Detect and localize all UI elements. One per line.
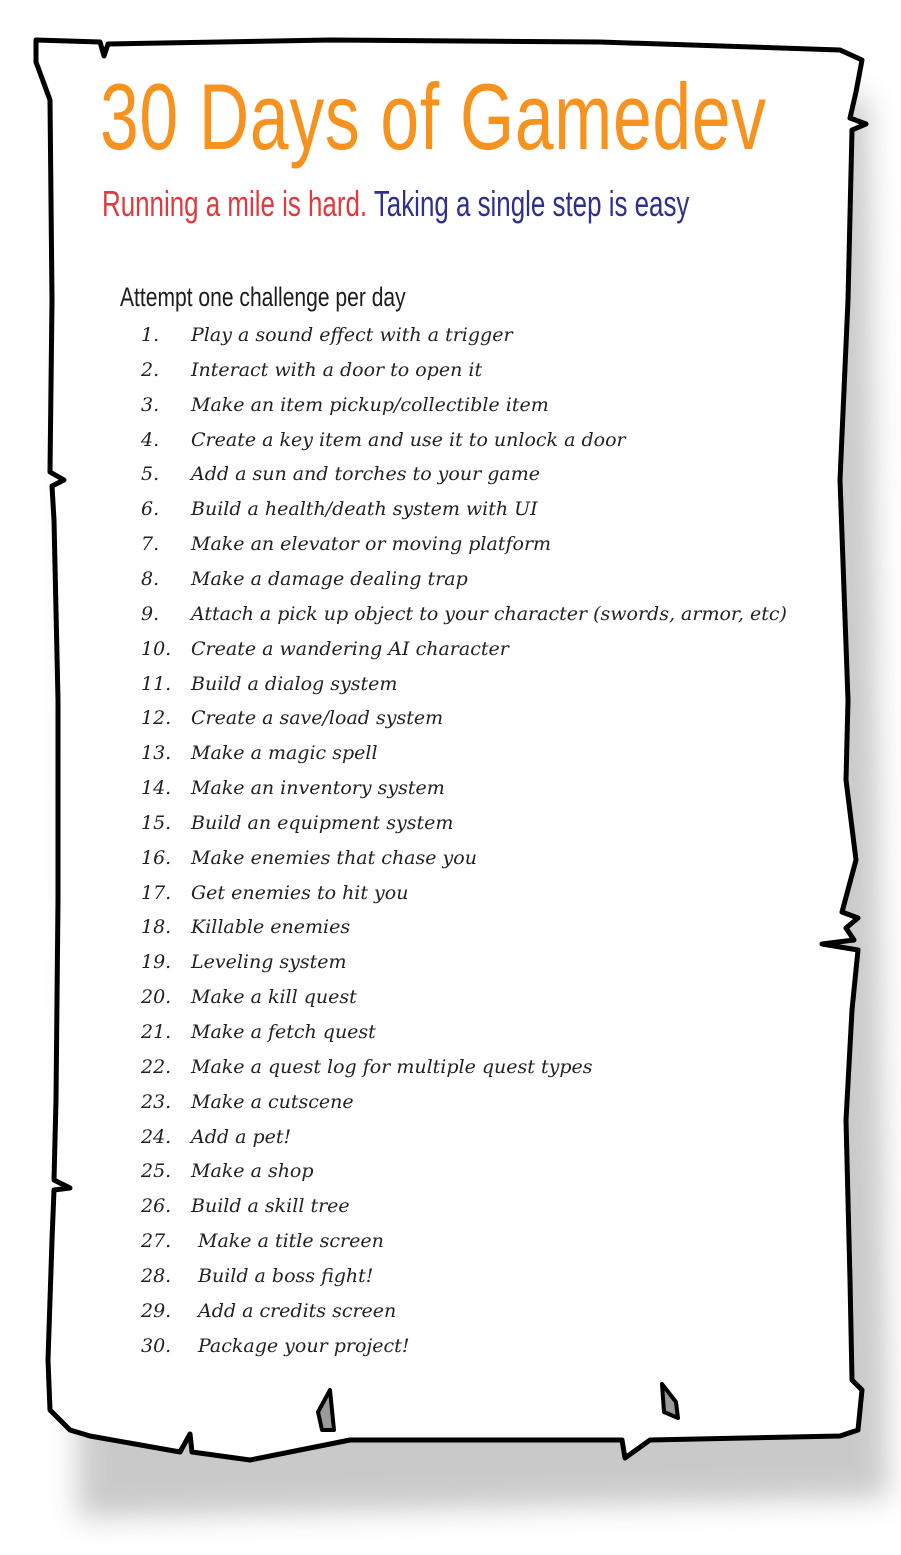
list-item-number: 13. [141,742,172,765]
list-item-number: 10. [141,637,172,660]
list-item: 18. Killable enemies [0,910,901,944]
list-item: 19. Leveling system [0,945,901,979]
list-item-number: 9. [141,602,160,625]
list-item: 4. Create a key item and use it to unlock… [0,423,901,457]
list-item-number: 14. [141,777,172,800]
list-item: 29. Add a credits screen [0,1294,901,1328]
list-item-number: 11. [141,672,172,695]
list-item: 27. Make a title screen [0,1224,901,1258]
list-item: 13. Make a magic spell [0,736,901,770]
list-item-text: Make enemies that chase you [191,846,477,869]
list-item-text: Create a wandering AI character [191,637,509,660]
list-item-number: 28. [141,1264,172,1287]
list-item-text: Get enemies to hit you [191,881,409,904]
list-item-number: 22. [141,1055,172,1078]
list-item-text: Add a sun and torches to your game [191,463,540,486]
list-item-text: Make a title screen [198,1230,384,1253]
list-item-number: 12. [141,707,172,730]
list-item-text: Build a boss fight! [198,1264,374,1287]
list-item: 14. Make an inventory system [0,771,901,805]
list-item-number: 5. [141,463,160,486]
list-item-text: Killable enemies [191,916,351,939]
list-item-text: Make a cutscene [191,1090,354,1113]
poster: 30 Days of Gamedev Running a mile is har… [0,0,901,1555]
list-item: 28. Build a boss fight! [0,1259,901,1293]
list-item-text: Create a save/load system [191,707,444,730]
list-item: 8. Make a damage dealing trap [0,562,901,596]
list-item: 24. Add a pet! [0,1120,901,1154]
list-item-text: Create a key item and use it to unlock a… [191,428,626,451]
subtitle: Running a mile is hard. Taking a single … [102,186,689,222]
list-item-text: Attach a pick up object to your characte… [191,602,787,625]
list-item-number: 30. [141,1334,172,1357]
page-title: 30 Days of Gamedev [100,64,767,169]
list-item-text: Make a shop [191,1160,314,1183]
list-item-number: 4. [141,428,160,451]
list-item-number: 21. [141,1021,172,1043]
list-item: 22. Make a quest log for multiple quest t… [0,1050,901,1084]
list-item-text: Make a magic spell [191,742,378,765]
list-item-number: 24. [141,1125,172,1148]
list-item: 17. Get enemies to hit you [0,876,901,910]
list-item: 21. Make a fetch quest [0,1015,901,1049]
list-item: 16. Make enemies that chase you [0,841,901,875]
list-item-number: 16. [141,846,172,869]
list-item-text: Package your project! [198,1334,410,1357]
list-item: 26. Build a skill tree [0,1189,901,1223]
list-item-number: 29. [141,1299,172,1322]
list-item: 12. Create a save/load system [0,701,901,735]
list-item-text: Make a fetch quest [191,1021,376,1043]
list-item: 1. Play a sound effect with a trigger [0,318,901,352]
list-item-number: 26. [141,1195,172,1218]
list-item-number: 2. [141,358,160,381]
list-item-text: Leveling system [191,951,347,974]
list-item-number: 25. [141,1160,172,1183]
list-item-text: Build a dialog system [191,672,398,695]
list-item: 15. Build an equipment system [0,806,901,840]
list-item: 25. Make a shop [0,1154,901,1188]
list-item-text: Make an elevator or moving platform [191,533,552,556]
list-item-text: Add a credits screen [198,1299,397,1322]
list-item-text: Build a skill tree [191,1195,350,1218]
list-item-text: Interact with a door to open it [191,358,483,381]
list-item: 9. Attach a pick up object to your charac… [0,597,901,631]
list-item-text: Add a pet! [191,1125,292,1148]
list-item: 6. Build a health/death system with UI [0,492,901,526]
list-item: 30. Package your project! [0,1329,901,1363]
instruction-heading: Attempt one challenge per day [120,282,406,312]
list-item-number: 20. [141,986,172,1009]
list-item-text: Make a kill quest [191,986,357,1009]
list-item-number: 1. [141,324,160,346]
list-item-text: Make an inventory system [191,777,445,800]
list-item: 5. Add a sun and torches to your game [0,457,901,491]
list-item: 11. Build a dialog system [0,667,901,701]
subtitle-part-2: Taking a single step is easy [373,183,690,224]
list-item-text: Make a quest log for multiple quest type… [191,1055,593,1078]
list-item-number: 18. [141,916,172,939]
list-item: 2. Interact with a door to open it [0,353,901,387]
list-item-text: Build a health/death system with UI [191,498,538,521]
list-item: 20. Make a kill quest [0,980,901,1014]
list-item-number: 6. [141,498,160,521]
list-item-number: 23. [141,1090,172,1113]
list-item-number: 19. [141,951,172,974]
list-item-number: 8. [141,567,160,590]
list-item-text: Build an equipment system [191,811,454,834]
list-item-number: 17. [141,881,172,904]
list-item: 3. Make an item pickup/collectible item [0,388,901,422]
list-item: 23. Make a cutscene [0,1085,901,1119]
list-item-number: 15. [141,811,172,834]
list-item-text: Make a damage dealing trap [191,567,468,590]
list-item-text: Play a sound effect with a trigger [191,324,513,346]
subtitle-part-1: Running a mile is hard. [102,183,368,224]
list-item-number: 27. [141,1230,172,1253]
list-item-text: Make an item pickup/collectible item [191,393,549,416]
list-item-number: 3. [141,393,160,416]
list-item: 7. Make an elevator or moving platform [0,527,901,561]
list-item-number: 7. [141,533,160,556]
list-item: 10. Create a wandering AI character [0,632,901,666]
